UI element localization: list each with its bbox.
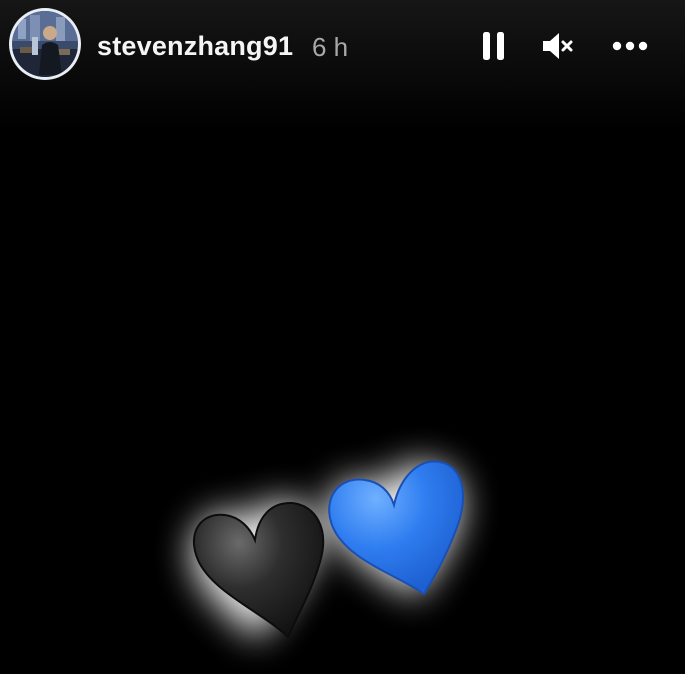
- hearts-sticker: [191, 460, 464, 640]
- story-viewer[interactable]: stevenzhang91 6 h: [0, 0, 685, 674]
